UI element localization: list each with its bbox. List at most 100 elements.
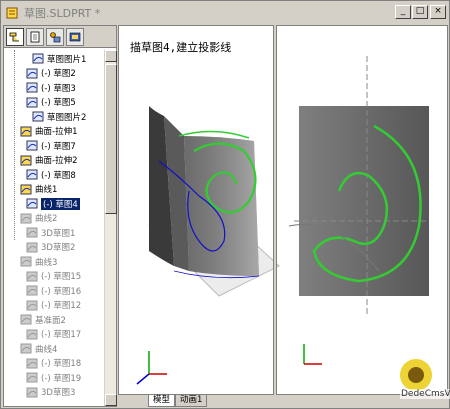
app-window: 草图.SLDPRT * _ □ × 草图图片1 (-) 草图2 (-) 草图3 (-)… bbox=[0, 0, 450, 409]
watermark-logo: DedeCmsV3 bbox=[386, 355, 450, 407]
tree-item[interactable]: (-) 草图4 bbox=[26, 197, 80, 210]
sketch-icon bbox=[26, 169, 38, 180]
tree-item[interactable]: (-) 草图15 bbox=[26, 270, 81, 283]
tree-item[interactable]: (-) 草图17 bbox=[26, 328, 81, 341]
instruction-caption: 描草图4,建立投影线 bbox=[130, 41, 232, 54]
tree-item[interactable]: (-) 草图2 bbox=[26, 67, 76, 80]
graphics-viewport[interactable] bbox=[118, 25, 448, 395]
tree-item-label: (-) 草图15 bbox=[41, 272, 82, 282]
tree-item-label: 3D草图1 bbox=[41, 228, 76, 239]
feature-manager-tabs bbox=[4, 26, 116, 48]
tree-item[interactable]: 3D草图2 bbox=[26, 241, 75, 254]
tree-item[interactable]: 曲面-拉伸1 bbox=[20, 125, 77, 138]
tree-item-label: (-) 草图2 bbox=[41, 69, 76, 79]
feature-icon bbox=[20, 155, 32, 165]
viewport-split-handle[interactable] bbox=[273, 25, 277, 395]
close-button[interactable]: × bbox=[430, 5, 446, 19]
sketch-icon bbox=[26, 285, 38, 296]
tree-item[interactable]: 3D草图3 bbox=[26, 386, 75, 399]
tree-item-label: 曲线3 bbox=[35, 257, 58, 268]
tree-item-label: 3D草图2 bbox=[41, 243, 76, 253]
tree-item-label: (-) 草图4 bbox=[41, 197, 80, 210]
tree-item[interactable]: 3D草图1 bbox=[26, 226, 75, 239]
tree-item[interactable]: (-) 草图5 bbox=[26, 96, 76, 109]
window-title: 草图.SLDPRT * bbox=[24, 7, 101, 20]
config-tab-icon[interactable] bbox=[46, 27, 64, 46]
sketch-icon bbox=[26, 97, 38, 107]
maximize-button[interactable]: □ bbox=[412, 5, 428, 19]
feature-tree-tab-icon[interactable] bbox=[6, 27, 24, 46]
left-model-view bbox=[148, 106, 280, 297]
sketch-icon bbox=[26, 242, 38, 252]
tree-item-label: 曲面-拉伸2 bbox=[35, 156, 78, 166]
scroll-down-button[interactable] bbox=[105, 394, 117, 406]
tree-item-label: (-) 草图12 bbox=[41, 301, 82, 311]
sketch-icon bbox=[26, 372, 38, 383]
title-bar: 草图.SLDPRT * _ □ × bbox=[2, 2, 448, 24]
feature-icon bbox=[20, 213, 32, 223]
tree-item[interactable]: 曲线3 bbox=[20, 255, 57, 268]
tree-item[interactable]: 草图图片1 bbox=[32, 52, 86, 65]
sketch-icon bbox=[26, 140, 38, 151]
sketch-icon bbox=[26, 68, 38, 78]
tree-item-label: (-) 草图8 bbox=[41, 170, 76, 181]
sketch-icon bbox=[32, 53, 44, 64]
tree-item[interactable]: 曲线2 bbox=[20, 212, 57, 225]
tree-item[interactable]: (-) 草图7 bbox=[26, 139, 76, 152]
sketch-icon bbox=[26, 329, 38, 339]
sketch-icon bbox=[26, 300, 38, 310]
sunflower-icon bbox=[400, 359, 432, 391]
tree-item[interactable]: (-) 草图16 bbox=[26, 284, 81, 297]
tree-item-label: (-) 草图7 bbox=[41, 141, 76, 152]
sketch-icon bbox=[26, 82, 38, 93]
right-model-view bbox=[288, 56, 429, 316]
tree-scrollbar[interactable] bbox=[104, 50, 117, 406]
feature-manager-panel: 草图图片1 (-) 草图2 (-) 草图3 (-) 草图5 草图图片2 曲面-拉伸1 (-)… bbox=[3, 25, 117, 407]
tree-item-label: 草图图片1 bbox=[47, 54, 87, 65]
tree-item-label: (-) 草图18 bbox=[41, 359, 82, 369]
tree-item-label: 曲线2 bbox=[35, 214, 58, 224]
tree-item[interactable]: 草图图片2 bbox=[32, 110, 86, 123]
minimize-button[interactable]: _ bbox=[395, 5, 411, 19]
sketch-icon bbox=[26, 358, 38, 368]
tree-item[interactable]: 曲线1 bbox=[20, 183, 57, 196]
tree-item-label: 基准面2 bbox=[35, 315, 66, 326]
tree-item[interactable]: (-) 草图18 bbox=[26, 357, 81, 370]
model-view bbox=[136, 56, 429, 385]
tab-animation[interactable]: 动画1 bbox=[175, 395, 208, 407]
tree-item-label: 3D草图3 bbox=[41, 388, 76, 398]
axis-triad-left bbox=[136, 351, 167, 385]
tree-item-label: 草图图片2 bbox=[47, 112, 87, 123]
property-tab-icon[interactable] bbox=[26, 27, 44, 46]
sketch-icon bbox=[20, 314, 32, 325]
feature-icon bbox=[20, 256, 32, 267]
tree-item[interactable]: (-) 草图8 bbox=[26, 168, 76, 181]
scroll-up-button[interactable] bbox=[105, 50, 117, 62]
tree-item[interactable]: 基准面2 bbox=[20, 313, 66, 326]
tree-item[interactable]: 曲线4 bbox=[20, 342, 57, 355]
display-tab-icon[interactable] bbox=[66, 27, 84, 46]
sketch-icon bbox=[32, 111, 44, 122]
tab-model[interactable]: 模型 bbox=[148, 395, 176, 407]
tree-item-label: (-) 草图3 bbox=[41, 83, 76, 94]
watermark-text: DedeCmsV3 bbox=[400, 389, 450, 399]
tree-item-label: (-) 草图5 bbox=[41, 98, 76, 108]
tree-item-label: 曲面-拉伸1 bbox=[35, 127, 78, 137]
tree-item-label: 曲线1 bbox=[35, 185, 58, 195]
tree-item[interactable]: (-) 草图12 bbox=[26, 299, 81, 312]
sketch-icon bbox=[26, 198, 38, 209]
tree-item[interactable]: 曲面-拉伸2 bbox=[20, 154, 77, 167]
feature-tree: 草图图片1 (-) 草图2 (-) 草图3 (-) 草图5 草图图片2 曲面-拉伸1 (-)… bbox=[4, 50, 104, 406]
feature-icon bbox=[20, 126, 32, 136]
tree-item[interactable]: (-) 草图3 bbox=[26, 81, 76, 94]
tree-item-label: (-) 草图19 bbox=[41, 373, 82, 384]
scroll-thumb[interactable] bbox=[105, 64, 117, 214]
document-icon bbox=[6, 7, 18, 19]
feature-icon bbox=[20, 343, 32, 354]
sketch-icon bbox=[26, 227, 38, 238]
tree-item-label: 曲线4 bbox=[35, 344, 58, 355]
tree-item[interactable]: (-) 草图19 bbox=[26, 371, 81, 384]
feature-icon bbox=[20, 184, 32, 194]
sketch-icon bbox=[26, 271, 38, 281]
tree-item-label: (-) 草图17 bbox=[41, 330, 82, 340]
